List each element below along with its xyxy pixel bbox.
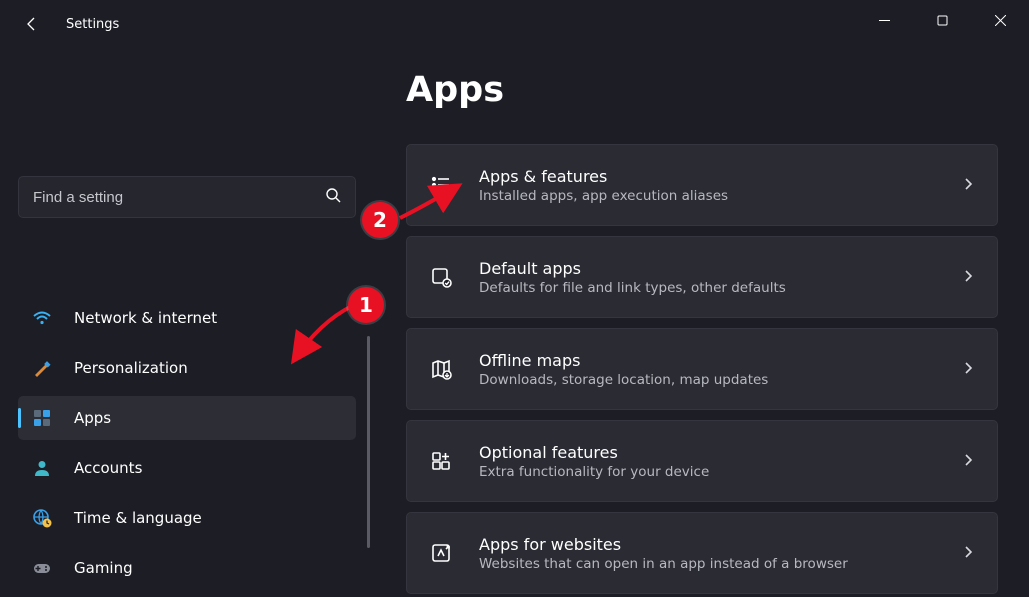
app-web-icon xyxy=(429,541,453,565)
card-title: Apps for websites xyxy=(479,535,935,554)
sidebar: Network & internet Personalization xyxy=(0,48,380,597)
sidebar-item-accounts[interactable]: Accounts xyxy=(18,446,356,490)
card-text: Apps & features Installed apps, app exec… xyxy=(479,167,935,204)
main-content: Apps Apps & features Installed apps, app… xyxy=(380,48,1029,597)
card-text: Optional features Extra functionality fo… xyxy=(479,443,935,480)
close-button[interactable] xyxy=(971,0,1029,40)
back-button[interactable] xyxy=(20,12,44,36)
card-title: Optional features xyxy=(479,443,935,462)
annotation-marker-1: 1 xyxy=(348,287,384,323)
page-title: Apps xyxy=(406,70,999,110)
card-subtitle: Websites that can open in an app instead… xyxy=(479,556,935,572)
add-square-icon xyxy=(429,449,453,473)
card-apps-for-websites[interactable]: Apps for websites Websites that can open… xyxy=(406,512,998,594)
card-subtitle: Extra functionality for your device xyxy=(479,464,935,480)
sidebar-item-label: Gaming xyxy=(74,559,133,577)
sidebar-item-network[interactable]: Network & internet xyxy=(18,296,356,340)
sidebar-item-personalization[interactable]: Personalization xyxy=(18,346,356,390)
sidebar-item-label: Personalization xyxy=(74,359,188,377)
search-icon xyxy=(325,187,341,207)
apps-icon xyxy=(32,408,52,428)
chevron-right-icon xyxy=(961,544,975,563)
settings-cards: Apps & features Installed apps, app exec… xyxy=(406,144,998,594)
chevron-right-icon xyxy=(961,268,975,287)
card-title: Apps & features xyxy=(479,167,935,186)
card-subtitle: Downloads, storage location, map updates xyxy=(479,372,935,388)
card-title: Offline maps xyxy=(479,351,935,370)
map-icon xyxy=(429,357,453,381)
sidebar-scrollbar[interactable] xyxy=(367,336,370,548)
card-subtitle: Defaults for file and link types, other … xyxy=(479,280,935,296)
search-input[interactable] xyxy=(33,189,325,206)
card-text: Default apps Defaults for file and link … xyxy=(479,259,935,296)
annotation-number: 1 xyxy=(359,293,373,317)
sidebar-item-label: Apps xyxy=(74,409,111,427)
search-box[interactable] xyxy=(18,176,356,218)
sidebar-item-apps[interactable]: Apps xyxy=(18,396,356,440)
chevron-right-icon xyxy=(961,452,975,471)
gamepad-icon xyxy=(32,558,52,578)
card-text: Offline maps Downloads, storage location… xyxy=(479,351,935,388)
chevron-right-icon xyxy=(961,176,975,195)
globe-clock-icon xyxy=(32,508,52,528)
card-apps-features[interactable]: Apps & features Installed apps, app exec… xyxy=(406,144,998,226)
annotation-number: 2 xyxy=(373,208,387,232)
default-apps-icon xyxy=(429,265,453,289)
window-controls xyxy=(855,0,1029,40)
card-title: Default apps xyxy=(479,259,935,278)
chevron-right-icon xyxy=(961,360,975,379)
card-text: Apps for websites Websites that can open… xyxy=(479,535,935,572)
sidebar-item-time-language[interactable]: Time & language xyxy=(18,496,356,540)
annotation-marker-2: 2 xyxy=(362,202,398,238)
sidebar-item-label: Time & language xyxy=(74,509,202,527)
minimize-button[interactable] xyxy=(855,0,913,40)
card-optional-features[interactable]: Optional features Extra functionality fo… xyxy=(406,420,998,502)
wifi-icon xyxy=(32,308,52,328)
maximize-button[interactable] xyxy=(913,0,971,40)
paintbrush-icon xyxy=(32,358,52,378)
sidebar-item-gaming[interactable]: Gaming xyxy=(18,546,356,590)
card-offline-maps[interactable]: Offline maps Downloads, storage location… xyxy=(406,328,998,410)
list-icon xyxy=(429,173,453,197)
sidebar-item-label: Network & internet xyxy=(74,309,217,327)
sidebar-nav: Network & internet Personalization xyxy=(18,296,356,597)
card-default-apps[interactable]: Default apps Defaults for file and link … xyxy=(406,236,998,318)
sidebar-item-label: Accounts xyxy=(74,459,142,477)
card-subtitle: Installed apps, app execution aliases xyxy=(479,188,935,204)
person-icon xyxy=(32,458,52,478)
window-title: Settings xyxy=(66,17,119,32)
